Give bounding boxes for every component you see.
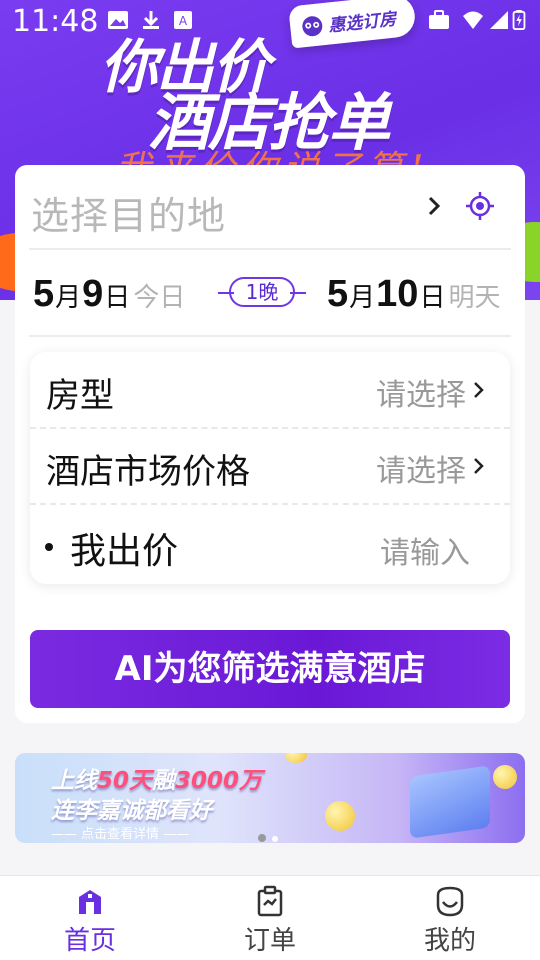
market-price-row[interactable]: 酒店市场价格 请选择	[30, 428, 510, 504]
my-bid-input[interactable]: 请输入	[380, 528, 470, 572]
market-price-value: 请选择	[376, 454, 466, 489]
carousel-dot-active[interactable]	[272, 836, 278, 842]
checkout-day-unit: 日	[419, 283, 446, 313]
checkin-date[interactable]: 5 月 9 日 今日	[33, 273, 185, 317]
divider	[29, 248, 511, 250]
status-bar: 11:48 A	[0, 0, 540, 44]
signal-icon	[490, 11, 508, 29]
coin-icon	[325, 801, 355, 831]
nights-count: 1晚	[229, 277, 295, 307]
clipboard-icon	[257, 885, 283, 917]
checkout-relative: 明天	[448, 283, 501, 313]
search-card: 选择目的地 5 月 9 日 今日 1晚 5 月 10 日 明天 房型 请选择 酒…	[15, 165, 525, 723]
options-panel: 房型 请选择 酒店市场价格 请选择 我出价 请输入	[30, 352, 510, 584]
checkin-day-unit: 日	[104, 283, 131, 313]
room-type-row[interactable]: 房型 请选择	[30, 352, 510, 428]
tab-orders[interactable]: 订单	[180, 876, 360, 960]
chevron-right-icon	[474, 382, 484, 398]
locate-icon[interactable]	[464, 190, 496, 222]
wifi-icon	[463, 11, 483, 29]
promo-banner[interactable]: 上线50天融3000万 连李嘉诚都看好 —— 点击查看详情 ——	[15, 753, 525, 843]
owl-logo-icon	[302, 16, 323, 37]
checkout-month: 5	[327, 273, 349, 315]
brand-name: 惠选订房	[327, 8, 398, 36]
checkin-month-unit: 月	[55, 283, 82, 313]
banner-line1: 上线50天融3000万	[51, 761, 262, 795]
tab-home-label: 首页	[63, 926, 116, 956]
nights-badge: 1晚	[218, 277, 306, 309]
room-type-value: 请选择	[376, 378, 466, 413]
briefcase-icon	[429, 10, 449, 29]
banner-detail-link[interactable]: —— 点击查看详情 ——	[51, 823, 189, 842]
chevron-right-icon	[474, 458, 484, 474]
tab-profile[interactable]: 我的	[360, 876, 540, 960]
tab-home[interactable]: 首页	[0, 876, 180, 960]
required-bullet	[45, 543, 53, 551]
row-separator	[30, 503, 510, 505]
tab-profile-label: 我的	[423, 926, 476, 956]
document-illustration	[410, 765, 490, 839]
carousel-dots	[258, 827, 284, 843]
chevron-right-icon[interactable]	[423, 193, 445, 219]
carousel-dot[interactable]	[258, 834, 266, 842]
status-time: 11:48	[12, 4, 99, 39]
room-type-label: 房型	[46, 376, 114, 416]
coin-icon	[285, 753, 307, 763]
my-bid-row: 我出价 请输入	[30, 506, 510, 582]
battery-icon	[512, 10, 526, 30]
divider	[29, 335, 511, 337]
checkout-date[interactable]: 5 月 10 日 明天	[327, 273, 500, 317]
banner-line2: 连李嘉诚都看好	[51, 798, 212, 824]
ai-filter-button[interactable]: AI为您筛选满意酒店	[30, 630, 510, 708]
checkin-day: 9	[82, 273, 104, 315]
checkin-month: 5	[33, 273, 55, 315]
checkin-relative: 今日	[133, 283, 186, 313]
profile-icon	[436, 886, 464, 917]
checkout-day: 10	[376, 273, 419, 315]
market-price-label: 酒店市场价格	[46, 452, 250, 492]
checkout-month-unit: 月	[349, 283, 376, 313]
my-bid-label: 我出价	[70, 531, 179, 572]
tab-orders-label: 订单	[243, 926, 296, 956]
destination-field[interactable]: 选择目的地	[31, 185, 226, 240]
bottom-tab-bar: 首页 订单 我的	[0, 875, 540, 960]
coin-icon	[493, 765, 517, 789]
home-icon	[79, 890, 101, 914]
